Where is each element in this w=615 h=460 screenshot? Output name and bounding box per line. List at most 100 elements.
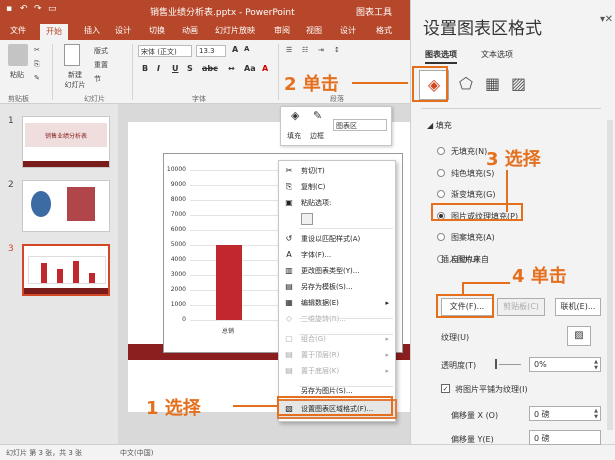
reset-button[interactable]: 重置 xyxy=(94,60,108,70)
fill-option-radio[interactable] xyxy=(437,233,445,241)
shadow-button[interactable]: S xyxy=(187,64,193,73)
transparency-label: 透明度(T) xyxy=(441,361,477,370)
tab-chart-design[interactable]: 设计 xyxy=(340,25,356,36)
fill-section-header[interactable]: ◢ 填充 xyxy=(427,120,452,131)
tab-review[interactable]: 审阅 xyxy=(274,25,290,36)
paste-button[interactable]: 粘贴 xyxy=(10,70,24,80)
new-slide-button[interactable]: 新建 幻灯片 xyxy=(60,70,90,90)
save-icon[interactable]: ▪ xyxy=(6,4,16,14)
tab-slideshow[interactable]: 幻灯片放映 xyxy=(215,25,255,36)
pane-scrollbar[interactable] xyxy=(607,120,613,430)
context-menu-item[interactable]: ↺ 重设以匹配样式(A) xyxy=(279,231,395,247)
spinner-icon[interactable]: ▲ ▼ xyxy=(594,359,598,371)
language-status: 中文(中国) xyxy=(120,449,154,457)
bullets-icon[interactable]: ☰ xyxy=(286,46,292,54)
underline-button[interactable]: U xyxy=(172,64,179,73)
fill-option-label[interactable]: 渐变填充(G) xyxy=(451,189,495,200)
tab-transitions[interactable]: 切换 xyxy=(149,25,165,36)
cut-icon[interactable]: ✂ xyxy=(34,46,40,54)
tab-home[interactable]: 开始 xyxy=(40,24,68,40)
format-painter-icon[interactable]: ✎ xyxy=(34,74,40,82)
tile-checkbox[interactable]: ✓ xyxy=(441,384,450,393)
tab-insert[interactable]: 插入 xyxy=(84,25,100,36)
layout-button[interactable]: 版式 xyxy=(94,46,108,56)
chart-type-icon: ▥ xyxy=(285,266,293,275)
paste-icon[interactable] xyxy=(8,44,28,66)
context-menu-item[interactable]: ▤ 另存为模板(S)... xyxy=(279,279,395,295)
tab-animations[interactable]: 动画 xyxy=(182,25,198,36)
offset-x-input[interactable]: 0 磅 ▲ ▼ xyxy=(529,406,601,421)
template-icon: ▤ xyxy=(285,282,293,291)
outline-button[interactable]: 边框 xyxy=(310,131,324,141)
slide-thumbnail-3[interactable] xyxy=(22,244,110,296)
fill-option-label[interactable]: 图案填充(A) xyxy=(451,232,495,243)
tab-view[interactable]: 视图 xyxy=(306,25,322,36)
numbering-icon[interactable]: ☷ xyxy=(302,46,308,54)
offset-x-value: 0 磅 xyxy=(534,410,550,419)
spinner-icon[interactable]: ▲ ▼ xyxy=(594,408,598,420)
context-menu: ✂ 剪切(T) ⎘ 复制(C) ▣ 粘贴选项: ↺ 重设以匹配样式(A) A 字体(F)... ▥ 更… xyxy=(277,160,397,422)
context-menu-item[interactable]: ⎘ 复制(C) xyxy=(279,179,395,195)
menu-item-label: 置于顶层(R) xyxy=(301,351,340,359)
slider-thumb[interactable] xyxy=(495,359,497,369)
tab-chart-format[interactable]: 格式 xyxy=(376,25,392,36)
undo-icon[interactable]: ↶ xyxy=(20,4,30,14)
change-case-icon[interactable]: Aa xyxy=(244,64,256,73)
fill-button[interactable]: 填充 xyxy=(287,131,301,141)
redo-icon[interactable]: ↷ xyxy=(34,4,44,14)
close-icon[interactable]: ✕ xyxy=(605,14,613,25)
fill-option-radio[interactable] xyxy=(437,190,445,198)
tab-text-options[interactable]: 文本选项 xyxy=(481,49,513,60)
context-menu-item[interactable] xyxy=(279,211,395,227)
slide-thumbnail-1[interactable]: 销售业绩分析表 xyxy=(22,116,110,168)
annotation-box-step3 xyxy=(431,203,523,221)
strikethrough-button[interactable]: abc xyxy=(202,64,218,73)
chart-element-select[interactable]: 图表区 xyxy=(333,119,387,131)
effects-icon[interactable]: ⬠ xyxy=(459,74,473,93)
font-color-icon[interactable]: A xyxy=(262,64,268,73)
picture-icon[interactable]: ▨ xyxy=(511,74,526,93)
chart-tools-label: 图表工具 xyxy=(355,8,392,18)
tab-chart-options[interactable]: 图表选项 xyxy=(425,49,457,64)
shrink-font-icon[interactable]: A xyxy=(244,45,249,53)
slide-footer-strip xyxy=(23,161,109,167)
fill-option-label[interactable]: 无填充(N) xyxy=(451,146,487,157)
texture-picker[interactable]: ▨ xyxy=(567,326,591,346)
copy-icon[interactable]: ⎘ xyxy=(34,60,40,69)
italic-button[interactable]: I xyxy=(157,64,160,73)
online-button[interactable]: 联机(E)... xyxy=(555,298,601,316)
grow-font-icon[interactable]: A xyxy=(232,45,238,54)
tab-file[interactable]: 文件 xyxy=(10,25,26,36)
start-icon[interactable]: ▭ xyxy=(48,4,58,14)
size-properties-icon[interactable]: ▦ xyxy=(485,74,500,93)
offset-y-input[interactable]: 0 磅 xyxy=(529,430,601,445)
bring-front-icon: ▤ xyxy=(285,350,293,359)
fill-bucket-icon[interactable]: ◈ xyxy=(291,109,299,122)
slide-thumbnail-2[interactable] xyxy=(22,180,110,232)
menu-item-label: 字体(F)... xyxy=(301,251,332,259)
transparency-input[interactable]: 0% ▲ ▼ xyxy=(529,357,601,372)
fill-option-radio[interactable] xyxy=(437,169,445,177)
chart-bar[interactable] xyxy=(216,245,242,320)
mini-bar xyxy=(89,273,95,283)
indent-icon[interactable]: ⇥ xyxy=(318,46,324,54)
context-menu-item[interactable]: ✂ 剪切(T) xyxy=(279,163,395,179)
paste-option-icon[interactable] xyxy=(301,213,313,225)
context-menu-item[interactable]: A 字体(F)... xyxy=(279,247,395,263)
context-menu-item[interactable]: ▥ 更改图表类型(Y)... xyxy=(279,263,395,279)
context-menu-item[interactable]: ▣ 粘贴选项: xyxy=(279,195,395,211)
transparency-slider[interactable] xyxy=(499,364,521,365)
outline-pen-icon[interactable]: ✎ xyxy=(313,109,322,122)
tab-design[interactable]: 设计 xyxy=(115,25,131,36)
offset-y-label: 偏移量 Y(E) xyxy=(451,435,494,444)
new-slide-icon[interactable] xyxy=(64,44,80,66)
font-size-box[interactable]: 13.3 xyxy=(196,45,226,57)
slide-footer-strip xyxy=(24,288,108,294)
line-spacing-icon[interactable]: ↕ xyxy=(334,46,340,54)
fill-option-radio[interactable] xyxy=(437,147,445,155)
section-button[interactable]: 节 xyxy=(94,74,101,84)
char-spacing-icon[interactable]: ↔ xyxy=(228,64,235,73)
font-name-box[interactable]: 宋体 (正文) xyxy=(138,45,192,57)
context-menu-item[interactable]: ▦ 编辑数据(E) ▸ xyxy=(279,295,395,311)
bold-button[interactable]: B xyxy=(142,64,148,73)
